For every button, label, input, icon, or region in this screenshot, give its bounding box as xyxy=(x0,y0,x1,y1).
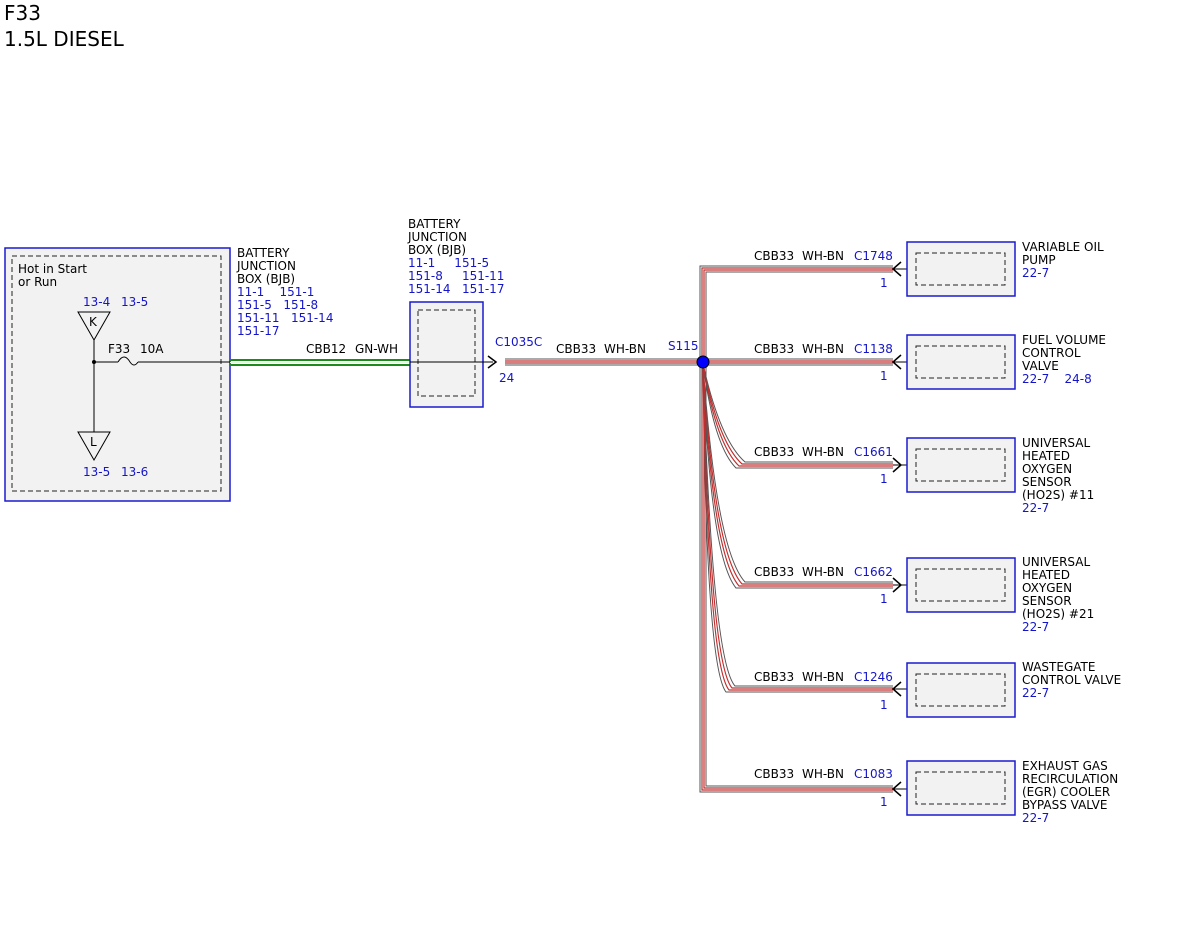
connector-main-pin: 24 xyxy=(499,371,514,385)
wire-cbb12[interactable] xyxy=(230,359,410,366)
wire1-color: GN-WH xyxy=(355,342,398,356)
branch1-connector[interactable]: C1748 xyxy=(854,249,893,263)
branch3-pin: 1 xyxy=(880,472,888,486)
component-wastegate-control-valve[interactable] xyxy=(906,662,1016,718)
branch5-name-1: WASTEGATE xyxy=(1022,660,1095,674)
branch4-connector[interactable]: C1662 xyxy=(854,565,893,579)
branch2-name-2: CONTROL xyxy=(1022,346,1081,360)
bottom-ref-2[interactable]: 13-6 xyxy=(121,465,148,479)
branch2-name-3: VALVE xyxy=(1022,359,1059,373)
bjb2-name-1: BATTERY xyxy=(408,217,461,231)
branch4-name-5: (HO2S) #21 xyxy=(1022,607,1094,621)
bjb1-ref-2[interactable]: 151-5 151-8 xyxy=(237,298,318,312)
branch3-refs[interactable]: 22-7 xyxy=(1022,501,1049,515)
branch6-connector[interactable]: C1083 xyxy=(854,767,893,781)
branch-wire-2[interactable] xyxy=(703,358,893,366)
middle-bjb-box[interactable] xyxy=(409,301,484,408)
splice-dot[interactable] xyxy=(696,355,710,369)
branch1-name-2: PUMP xyxy=(1022,253,1056,267)
branch6-circuit: CBB33 xyxy=(754,767,794,781)
branch6-refs[interactable]: 22-7 xyxy=(1022,811,1049,825)
branch6-color: WH-BN xyxy=(802,767,844,781)
branch2-circuit: CBB33 xyxy=(754,342,794,356)
branch3-name-3: OXYGEN xyxy=(1022,462,1072,476)
branch4-name-4: SENSOR xyxy=(1022,594,1072,608)
bjb1-ref-1[interactable]: 11-1 151-1 xyxy=(237,285,314,299)
component-ho2s-11[interactable] xyxy=(906,437,1016,493)
wire1-circuit: CBB12 xyxy=(306,342,346,356)
bjb2-ref-1[interactable]: 11-1 151-5 xyxy=(408,256,489,270)
branch5-color: WH-BN xyxy=(802,670,844,684)
branch4-name-3: OXYGEN xyxy=(1022,581,1072,595)
splice-id[interactable]: S115 xyxy=(668,339,699,353)
bjb1-ref-4[interactable]: 151-17 xyxy=(237,324,280,338)
component-egr-cooler-bypass-valve[interactable] xyxy=(906,760,1016,816)
bjb1-name-2: JUNCTION xyxy=(236,259,296,273)
branch6-name-1: EXHAUST GAS xyxy=(1022,759,1108,773)
branch6-pin: 1 xyxy=(880,795,888,809)
branch1-name-1: VARIABLE OIL xyxy=(1022,240,1104,254)
connector-main-id[interactable]: C1035C xyxy=(495,335,542,349)
bjb1-name-3: BOX (BJB) xyxy=(237,272,295,286)
branch3-name-2: HEATED xyxy=(1022,449,1070,463)
top-ref-1[interactable]: 13-4 xyxy=(83,295,110,309)
branch5-name-2: CONTROL VALVE xyxy=(1022,673,1121,687)
branch2-pin: 1 xyxy=(880,369,888,383)
branch2-refs[interactable]: 22-7 24-8 xyxy=(1022,372,1092,386)
branch-wire-5[interactable] xyxy=(702,363,893,693)
wire2-circuit: CBB33 xyxy=(556,342,596,356)
fuse-rating: 10A xyxy=(140,342,164,356)
branch3-name-4: SENSOR xyxy=(1022,475,1072,489)
component-fuel-volume-control-valve[interactable] xyxy=(906,334,1016,390)
terminal-k-label: K xyxy=(89,315,98,329)
branch3-name-1: UNIVERSAL xyxy=(1022,436,1090,450)
bottom-ref-1[interactable]: 13-5 xyxy=(83,465,110,479)
branch4-circuit: CBB33 xyxy=(754,565,794,579)
branch2-connector[interactable]: C1138 xyxy=(854,342,893,356)
top-ref-2[interactable]: 13-5 xyxy=(121,295,148,309)
branch3-connector[interactable]: C1661 xyxy=(854,445,893,459)
bjb2-ref-3[interactable]: 151-14 151-17 xyxy=(408,282,504,296)
wire2-color: WH-BN xyxy=(604,342,646,356)
branch6-name-2: RECIRCULATION xyxy=(1022,772,1118,786)
branch1-pin: 1 xyxy=(880,276,888,290)
bjb1-name-1: BATTERY xyxy=(237,246,290,260)
component-ho2s-21[interactable] xyxy=(906,557,1016,613)
branch1-circuit: CBB33 xyxy=(754,249,794,263)
branch5-pin: 1 xyxy=(880,698,888,712)
branch4-refs[interactable]: 22-7 xyxy=(1022,620,1049,634)
branch1-color: WH-BN xyxy=(802,249,844,263)
bjb2-ref-2[interactable]: 151-8 151-11 xyxy=(408,269,504,283)
bjb1-ref-3[interactable]: 151-11 151-14 xyxy=(237,311,333,325)
bjb2-name-3: BOX (BJB) xyxy=(408,243,466,257)
wiring-diagram: Hot in Start or Run 13-4 13-5 K F33 10A … xyxy=(4,217,1121,825)
component-variable-oil-pump[interactable] xyxy=(906,241,1016,297)
fuse-label: F33 xyxy=(108,342,130,356)
branch1-refs[interactable]: 22-7 xyxy=(1022,266,1049,280)
branch4-color: WH-BN xyxy=(802,565,844,579)
wire-cbb33-trunk[interactable] xyxy=(505,358,703,366)
branch5-circuit: CBB33 xyxy=(754,670,794,684)
branch4-name-1: UNIVERSAL xyxy=(1022,555,1090,569)
branch3-circuit: CBB33 xyxy=(754,445,794,459)
branch3-name-5: (HO2S) #11 xyxy=(1022,488,1094,502)
branch2-color: WH-BN xyxy=(802,342,844,356)
branch5-connector[interactable]: C1246 xyxy=(854,670,893,684)
branch4-pin: 1 xyxy=(880,592,888,606)
branch2-name-1: FUEL VOLUME xyxy=(1022,333,1106,347)
branch4-name-2: HEATED xyxy=(1022,568,1070,582)
branch5-refs[interactable]: 22-7 xyxy=(1022,686,1049,700)
branch-wire-4[interactable] xyxy=(702,363,893,589)
condition-line-2: or Run xyxy=(18,275,57,289)
branch6-name-4: BYPASS VALVE xyxy=(1022,798,1107,812)
terminal-l-label: L xyxy=(90,435,97,449)
bjb2-name-2: JUNCTION xyxy=(407,230,467,244)
branch6-name-3: (EGR) COOLER xyxy=(1022,785,1110,799)
condition-line-1: Hot in Start xyxy=(18,262,87,276)
branch3-color: WH-BN xyxy=(802,445,844,459)
